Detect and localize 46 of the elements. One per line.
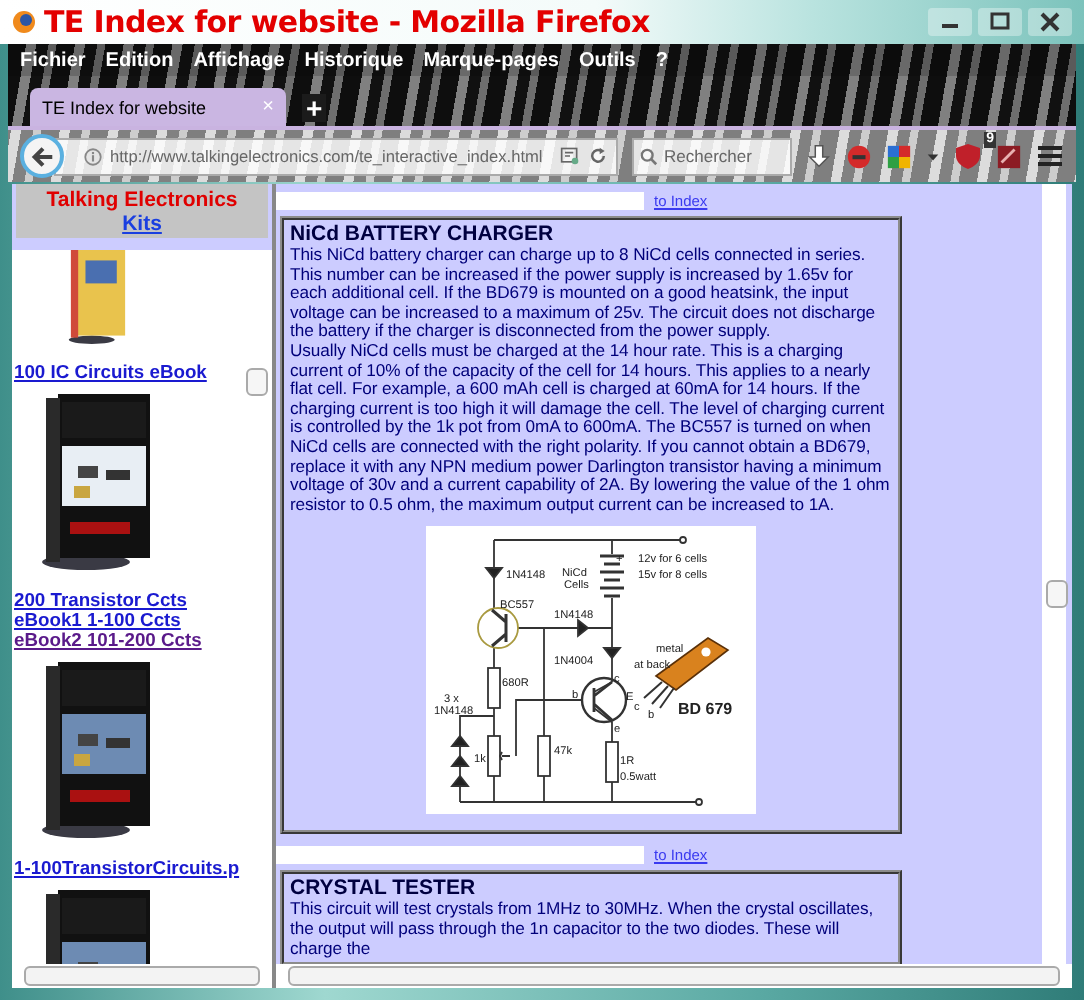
dropdown-caret-icon[interactable] [926,149,940,163]
browser-logo-icon [12,10,36,34]
menu-item[interactable]: Affichage [193,50,285,72]
book-link[interactable]: 200 Transistor Ccts [14,590,202,610]
browser-tab[interactable]: TE Index for website × [30,88,286,126]
menu-icon[interactable] [1036,142,1064,170]
minimize-button[interactable] [928,8,972,36]
kits-link[interactable]: Kits [122,212,162,236]
maximize-icon [988,12,1012,32]
search-input[interactable]: Rechercher [664,146,780,166]
blocked-sign-icon[interactable] [846,143,872,169]
info-icon[interactable] [84,147,102,165]
search-icon [640,147,658,165]
book-link[interactable]: 1-100TransistorCircuits.p [14,858,240,878]
reader-view-icon[interactable] [560,146,580,166]
search-field[interactable]: Rechercher [632,137,792,175]
maximize-button[interactable] [978,8,1022,36]
book-link[interactable]: 100 IC Circuits eBook [14,362,207,382]
new-tab-button[interactable]: + [302,94,327,122]
back-arrow-icon [29,143,55,169]
paragraph: This NiCd battery charger can charge up to 8 NiCd cells connected in series. This number can be increased if the power supply is increased by 1.65v for each additional cell. If the BD679 is mounted on a good heatsink, the input voltage can be increased to a maximum of 25v. The circuit does not discharge the battery if the charger is disconnected from the power supply. [290,246,878,342]
menu-item[interactable]: Fichier [20,50,86,72]
reload-icon[interactable] [588,146,608,166]
book-link[interactable]: eBook1 1-100 Ccts [14,610,202,630]
menu-item[interactable]: Marque-pages [423,50,559,72]
shield-icon[interactable] [954,142,982,170]
download-icon[interactable] [806,143,832,169]
scroll-thumb[interactable] [246,368,268,396]
close-icon [1038,12,1062,32]
site-heading: Talking Electronics [46,188,238,212]
book-link[interactable]: eBook2 101-200 Ccts [14,630,202,650]
close-button[interactable] [1028,8,1072,36]
window-title: TE Index for website - Mozilla Firefox [44,4,650,40]
menu-item[interactable]: Outils [579,50,636,72]
article-heading: CRYSTAL TESTER [290,876,478,901]
address-bar[interactable]: http://www.talkingelectronics.com/te_interactive_index.html [54,137,618,175]
component-label: BD 679 [678,700,733,719]
menu-item[interactable]: ? [655,50,668,72]
bookmark-tool-icon[interactable] [996,143,1022,169]
menu-item[interactable]: Historique [304,50,404,72]
article-heading: NiCd BATTERY CHARGER [290,222,556,246]
menu-item[interactable]: Edition [105,50,174,72]
paragraph: Usually NiCd cells must be charged at the 14 hour rate. This is a charging current of 10% of the capacity of the cell for 14 hours. This applies to a nearly flat cell. For example, a 600 mAh cell is charged at 60mA for 14 hours. If the charging current is too high it will damage the cell. The level of charging current is controlled by the 1k pot from 0mA to 600mA. The BC557 is turned on when NiCd cells are connected with the right polarity. If you cannot obtain a BD679, replace it with any NPN medium power Darlington transistor having a minimum voltage of 30v and a current capability of 2A. By lowering the value of the 1 ohm resistor to 0.5 ohm, the maximum output current can be increased to 1A. [290,341,892,515]
back-button[interactable] [20,134,64,178]
paragraph: This circuit will test crystals from 1MHz to 30MHz. When the crystal oscillates, the output will pass through the 1n capacitor to the two diodes. These will charge the [290,900,876,959]
scroll-thumb[interactable] [1046,580,1068,608]
